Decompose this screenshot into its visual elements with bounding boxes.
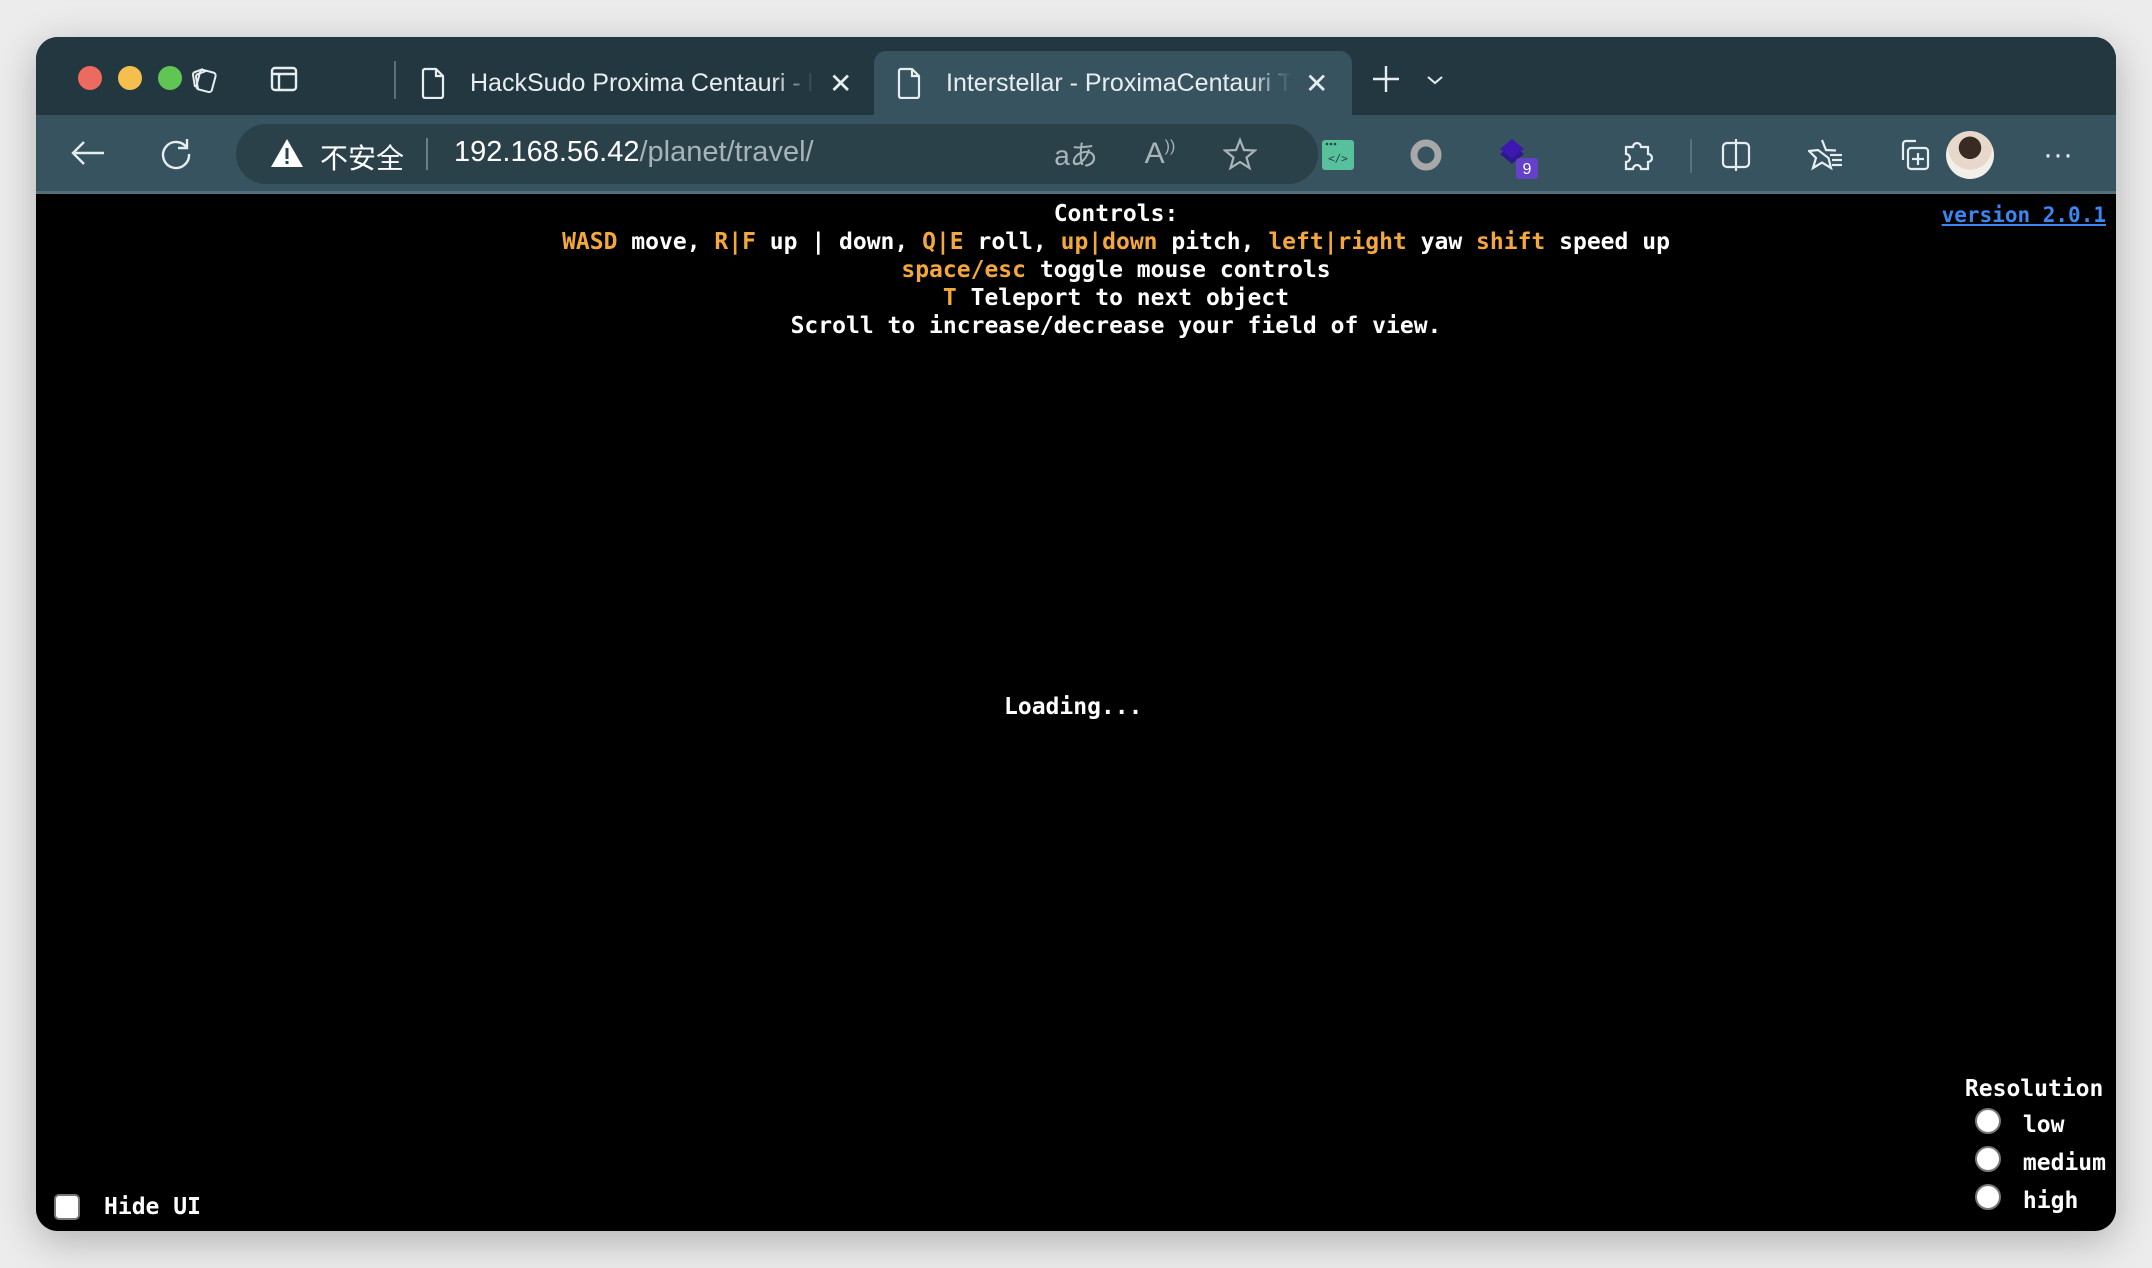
key-t: T [942, 285, 957, 311]
refresh-icon[interactable] [156, 133, 196, 173]
control-desc: roll, [963, 229, 1061, 255]
favorite-star-icon[interactable] [1218, 134, 1262, 174]
split-screen-icon[interactable] [1716, 135, 1756, 175]
vertical-tabs-icon[interactable] [264, 59, 304, 99]
page-content[interactable]: Controls: WASD move, R|F up | down, Q|E … [36, 194, 2116, 1231]
close-tab-icon[interactable]: ✕ [1305, 67, 1328, 100]
tab-bar: HackSudo Proxima Centauri - l ✕ Interste… [36, 37, 2116, 115]
control-key: left|right [1268, 229, 1407, 255]
control-key: shift [1476, 229, 1546, 255]
favorites-icon[interactable] [1804, 135, 1848, 175]
url-path: /planet/travel/ [639, 136, 814, 168]
control-desc: pitch, [1157, 229, 1269, 255]
control-desc: move, [617, 229, 715, 255]
control-key: Q|E [922, 229, 964, 255]
translate-icon[interactable]: aあ [1054, 134, 1098, 174]
browser-window: HackSudo Proxima Centauri - l ✕ Interste… [36, 37, 2116, 1231]
controls-title: Controls: [1053, 201, 1179, 227]
resolution-title: Resolution [1964, 1076, 2104, 1102]
radio-low[interactable] [1974, 1108, 2001, 1134]
key-space-esc: space/esc [901, 257, 1026, 283]
extensions-puzzle-icon[interactable] [1618, 133, 1658, 177]
hide-ui-checkbox[interactable] [54, 1194, 80, 1220]
control-key: R|F [714, 229, 756, 255]
url-host: 192.168.56.42 [454, 136, 640, 168]
warning-icon[interactable] [270, 138, 304, 173]
control-desc: speed up [1545, 229, 1670, 255]
controls-line-1: WASD move, R|F up | down, Q|E roll, up|d… [36, 228, 2116, 256]
tab-title: HackSudo Proxima Centauri - l [470, 68, 814, 97]
more-options-icon[interactable]: ··· [2036, 135, 2080, 175]
tab-title: Interstellar - ProximaCentauri T [946, 68, 1291, 97]
security-status[interactable]: 不安全 [320, 137, 404, 177]
record-extension-icon[interactable] [1406, 135, 1446, 175]
extension-badge: 9 [1523, 161, 1532, 178]
resolution-selector: Resolution low medium high [1965, 1076, 2106, 1220]
controls-line-3: T Teleport to next object [942, 285, 1290, 311]
control-desc: up | down, [755, 229, 923, 255]
page-icon [418, 67, 448, 99]
close-tab-icon[interactable]: ✕ [829, 67, 852, 100]
maximize-window-button[interactable] [158, 66, 182, 90]
page-icon [894, 67, 924, 99]
url-text[interactable]: 192.168.56.42/planet/travel/ [454, 136, 814, 169]
controls-line-4: Scroll to increase/decrease your field o… [790, 313, 1442, 339]
resolution-option-low[interactable]: low [1974, 1106, 2106, 1144]
tab-interstellar[interactable]: Interstellar - ProximaCentauri T ✕ [874, 51, 1352, 115]
resolution-option-high[interactable]: high [1974, 1182, 2106, 1220]
layers-extension-icon[interactable]: 9 [1492, 133, 1544, 183]
minimize-window-button[interactable] [118, 66, 142, 90]
workspaces-icon[interactable] [184, 59, 224, 99]
radio-high[interactable] [1974, 1184, 2001, 1210]
new-tab-icon[interactable] [1366, 59, 1406, 99]
collections-icon[interactable] [1894, 135, 1934, 175]
devtools-extension-icon[interactable]: </> [1318, 135, 1358, 175]
tab-hacksudo[interactable]: HackSudo Proxima Centauri - l ✕ [406, 51, 896, 115]
close-window-button[interactable] [78, 66, 102, 90]
resolution-option-medium[interactable]: medium [1974, 1144, 2106, 1182]
controls-help: Controls: WASD move, R|F up | down, Q|E … [36, 200, 2116, 340]
tab-actions-chevron-down-icon[interactable] [1420, 63, 1450, 97]
loading-text: Loading... [1004, 694, 1143, 720]
control-desc: yaw [1406, 229, 1477, 255]
version-link[interactable]: version 2.0.1 [1942, 203, 2106, 227]
controls-line-2: space/esc toggle mouse controls [901, 257, 1331, 283]
svg-text:</>: </> [1328, 152, 1348, 165]
control-key: up|down [1060, 229, 1158, 255]
back-arrow-icon[interactable] [66, 133, 110, 173]
address-bar[interactable]: 不安全 192.168.56.42/planet/travel/ aあ A)) [236, 124, 1318, 184]
hide-ui-label: Hide UI [104, 1194, 201, 1220]
hide-ui-toggle[interactable]: Hide UI [54, 1194, 201, 1220]
radio-medium[interactable] [1974, 1146, 2001, 1172]
read-aloud-icon[interactable]: A)) [1138, 134, 1182, 174]
profile-avatar[interactable] [1946, 131, 1994, 179]
control-key: WASD [562, 229, 618, 255]
